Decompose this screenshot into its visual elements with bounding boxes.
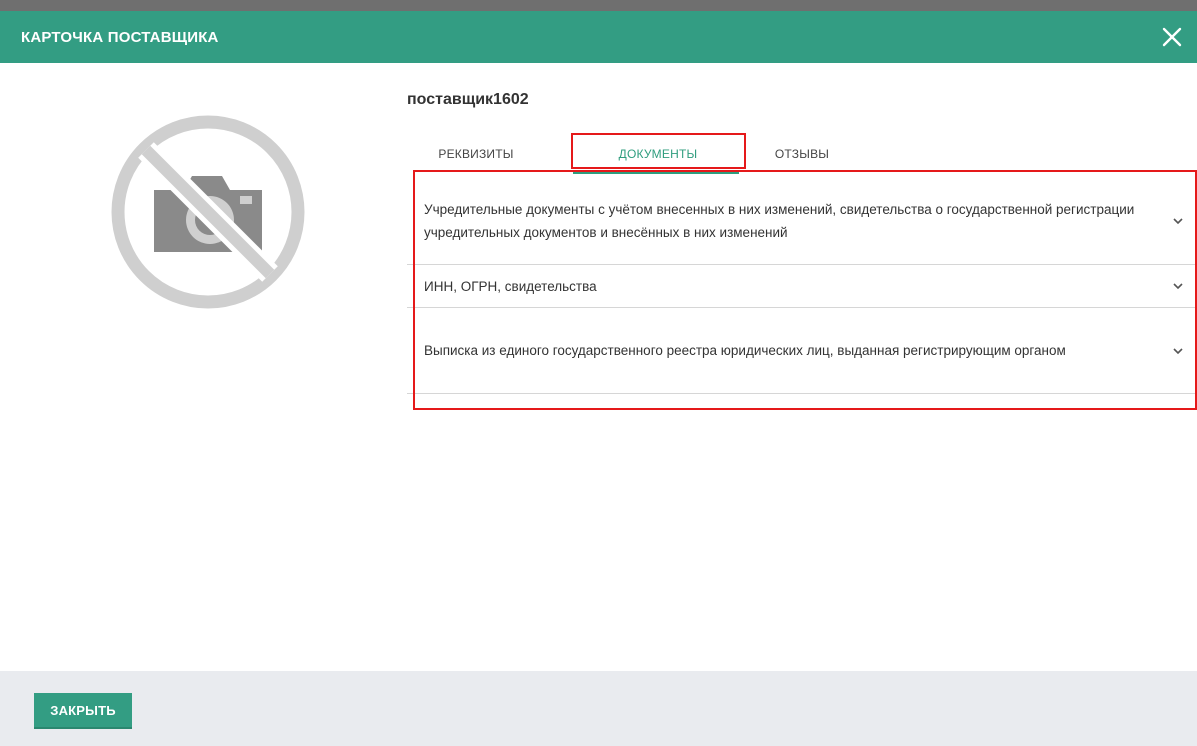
active-tab-indicator xyxy=(573,172,739,174)
tab-documents[interactable]: ДОКУМЕНТЫ xyxy=(573,135,743,173)
close-button[interactable]: ЗАКРЫТЬ xyxy=(34,693,132,729)
supplier-name: поставщик1602 xyxy=(407,91,529,108)
accordion-item[interactable]: ИНН, ОГРН, свидетельства xyxy=(407,265,1197,308)
tab-bar: РЕКВИЗИТЫ ДОКУМЕНТЫ ОТЗЫВЫ xyxy=(407,135,907,175)
close-icon[interactable] xyxy=(1159,24,1185,50)
chevron-down-icon[interactable] xyxy=(1171,214,1185,228)
modal-footer xyxy=(0,671,1197,746)
modal-title: КАРТОЧКА ПОСТАВЩИКА xyxy=(21,28,219,46)
modal-header: КАРТОЧКА ПОСТАВЩИКА xyxy=(0,11,1197,63)
top-strip xyxy=(0,0,1197,11)
supplier-card-modal: КАРТОЧКА ПОСТАВЩИКА поставщик1602 РЕКВИЗ… xyxy=(0,0,1197,746)
chevron-down-icon[interactable] xyxy=(1171,344,1185,358)
accordion-item-label: ИНН, ОГРН, свидетельства xyxy=(424,278,597,294)
tab-requisites[interactable]: РЕКВИЗИТЫ xyxy=(421,135,531,173)
no-photo-icon xyxy=(108,112,308,312)
accordion-item[interactable]: Учредительные документы с учётом внесенн… xyxy=(407,178,1197,265)
accordion-item-label: Выписка из единого государственного реес… xyxy=(424,343,1066,358)
accordion-item-label: Учредительные документы с учётом внесенн… xyxy=(424,202,1135,240)
documents-accordion: Учредительные документы с учётом внесенн… xyxy=(407,178,1197,394)
chevron-down-icon[interactable] xyxy=(1171,279,1185,293)
tab-reviews[interactable]: ОТЗЫВЫ xyxy=(757,135,847,173)
accordion-item[interactable]: Выписка из единого государственного реес… xyxy=(407,308,1197,394)
